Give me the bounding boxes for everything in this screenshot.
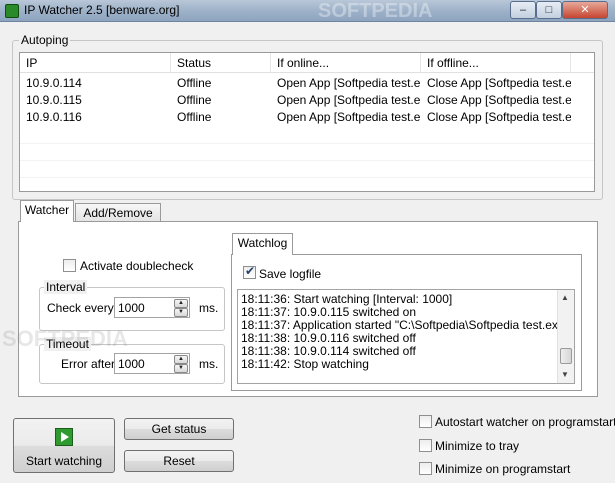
grid-line — [20, 143, 594, 144]
column-header-if-online[interactable]: If online... — [271, 53, 421, 73]
vertical-scrollbar[interactable]: ▲ ▼ — [557, 290, 574, 383]
error-after-label: Error after — [61, 357, 116, 371]
if-online-cell: Open App [Softpedia test.e... — [277, 110, 421, 124]
table-row[interactable]: 10.9.0.116 Offline Open App [Softpedia t… — [20, 109, 594, 126]
if-offline-cell: Close App [Softpedia test.e... — [427, 93, 571, 107]
log-line: 18:11:36: Start watching [Interval: 1000… — [241, 292, 453, 306]
log-line: 18:11:38: 10.9.0.114 switched off — [241, 344, 416, 358]
spin-up-icon[interactable]: ▲ — [174, 355, 188, 364]
error-after-stepper[interactable]: 1000 ▲ ▼ — [114, 353, 190, 374]
log-line: 18:11:37: Application started "C:\Softpe… — [241, 318, 569, 332]
ip-cell: 10.9.0.115 — [26, 93, 82, 107]
grid-line — [20, 177, 594, 178]
minimize-on-programstart-label[interactable]: Minimize on programstart — [435, 462, 570, 476]
save-logfile-label[interactable]: Save logfile — [259, 267, 321, 281]
check-every-label: Check every — [47, 301, 114, 315]
autostart-watcher-label[interactable]: Autostart watcher on programstart — [435, 415, 615, 429]
if-online-cell: Open App [Softpedia test.e... — [277, 93, 421, 107]
if-offline-cell: Close App [Softpedia test.e... — [427, 110, 571, 124]
tab-watchlog[interactable]: Watchlog — [232, 233, 293, 255]
activate-doublecheck-label[interactable]: Activate doublecheck — [80, 259, 193, 273]
reset-button[interactable]: Reset — [124, 450, 234, 472]
error-after-unit: ms. — [199, 357, 219, 371]
list-header: IP Status If online... If offline... — [20, 53, 594, 73]
save-logfile-checkbox[interactable] — [243, 264, 256, 279]
minimize-to-tray-label[interactable]: Minimize to tray — [435, 439, 519, 453]
scroll-down-icon[interactable]: ▼ — [561, 370, 569, 379]
spin-down-icon[interactable]: ▼ — [174, 364, 188, 373]
close-button[interactable]: ✕ — [562, 1, 608, 19]
spin-down-icon[interactable]: ▼ — [174, 308, 188, 317]
ip-cell: 10.9.0.114 — [26, 76, 82, 90]
minimize-on-programstart-checkbox[interactable] — [419, 462, 432, 475]
table-row[interactable]: 10.9.0.114 Offline Open App [Softpedia t… — [20, 75, 594, 92]
watchlog-textarea[interactable]: 18:11:36: Start watching [Interval: 1000… — [237, 289, 575, 384]
autoping-group-title: Autoping — [19, 33, 71, 47]
app-icon — [5, 4, 19, 18]
grid-line — [20, 160, 594, 161]
activate-doublecheck-checkbox[interactable] — [63, 259, 76, 272]
maximize-button[interactable]: □ — [536, 1, 562, 19]
column-header-ip[interactable]: IP — [20, 53, 171, 73]
scroll-up-icon[interactable]: ▲ — [561, 293, 569, 302]
minimize-button[interactable]: – — [510, 1, 536, 19]
minimize-to-tray-checkbox[interactable] — [419, 439, 432, 452]
check-every-value[interactable]: 1000 — [118, 301, 145, 315]
table-row[interactable]: 10.9.0.115 Offline Open App [Softpedia t… — [20, 92, 594, 109]
interval-group-title: Interval — [44, 280, 88, 294]
error-after-value[interactable]: 1000 — [118, 357, 145, 371]
body-watermark: SOFTPEDIA — [2, 326, 128, 351]
status-cell: Offline — [177, 93, 212, 107]
check-every-unit: ms. — [199, 301, 219, 315]
tab-watcher[interactable]: Watcher — [20, 200, 74, 222]
autostart-watcher-checkbox[interactable] — [419, 415, 432, 428]
log-line: 18:11:38: 10.9.0.116 switched off — [241, 331, 416, 345]
log-line: 18:11:42: Stop watching — [241, 357, 369, 371]
column-header-if-offline[interactable]: If offline... — [421, 53, 571, 73]
tab-add-remove-ip[interactable]: Add/Remove IP — [75, 203, 161, 238]
ip-cell: 10.9.0.116 — [26, 110, 82, 124]
if-offline-cell: Close App [Softpedia test.e... — [427, 76, 571, 90]
title-bar[interactable]: IP Watcher 2.5 [benware.org] SOFTPEDIA –… — [0, 0, 615, 22]
spin-up-icon[interactable]: ▲ — [174, 299, 188, 308]
column-header-status[interactable]: Status — [171, 53, 271, 73]
autoping-list[interactable]: IP Status If online... If offline... 10.… — [19, 52, 595, 192]
log-line: 18:11:37: 10.9.0.115 switched on — [241, 305, 417, 319]
status-cell: Offline — [177, 110, 212, 124]
title-watermark: SOFTPEDIA — [318, 0, 433, 22]
play-icon — [55, 428, 73, 446]
window-title: IP Watcher 2.5 [benware.org] — [24, 3, 180, 17]
get-status-button[interactable]: Get status — [124, 418, 234, 440]
status-cell: Offline — [177, 76, 212, 90]
start-watching-button[interactable]: Start watching — [13, 418, 115, 473]
if-online-cell: Open App [Softpedia test.e... — [277, 76, 421, 90]
check-every-stepper[interactable]: 1000 ▲ ▼ — [114, 297, 190, 318]
start-watching-label: Start watching — [25, 454, 103, 468]
scroll-thumb[interactable] — [560, 348, 572, 364]
